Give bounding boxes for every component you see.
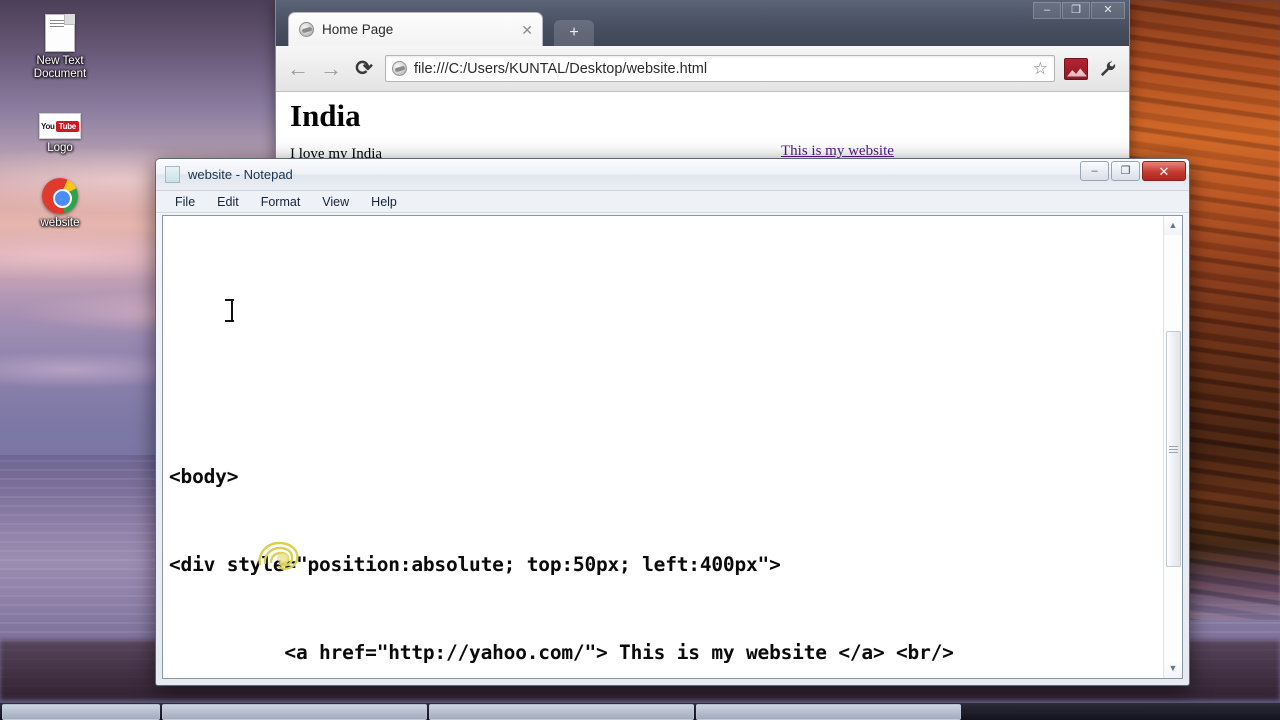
browser-tab-title: Home Page [322, 22, 394, 37]
text-file-icon [12, 8, 108, 52]
desktop-icon-label: website [40, 217, 80, 229]
back-icon[interactable]: ← [286, 57, 310, 80]
notepad-title: website - Notepad [188, 167, 293, 182]
taskbar-button[interactable] [696, 703, 961, 720]
bookmark-star-icon[interactable]: ☆ [1033, 60, 1048, 77]
taskbar-button[interactable] [162, 703, 427, 720]
address-bar[interactable]: file:///C:/Users/KUNTAL/Desktop/website.… [385, 55, 1055, 82]
desktop-icon-label: New Text Document [33, 55, 87, 80]
notepad-maximize-button[interactable]: ❐ [1111, 161, 1140, 181]
browser-minimize-button[interactable]: – [1033, 2, 1061, 19]
menu-item-view[interactable]: View [313, 193, 358, 211]
notepad-title-bar[interactable]: website - Notepad – ❐ ✕ [156, 159, 1189, 191]
code-line: <div style="position:absolute; top:50px;… [169, 553, 781, 577]
taskbar[interactable] [0, 702, 1280, 720]
menu-item-edit[interactable]: Edit [208, 193, 248, 211]
notepad-document-icon [165, 166, 180, 183]
browser-toolbar: ← → ⟳ file:///C:/Users/KUNTAL/Desktop/we… [276, 46, 1129, 92]
notepad-client-area: <body> <div style="position:absolute; to… [162, 215, 1183, 679]
browser-window[interactable]: – ❐ ✕ Home Page ✕ + ← → ⟳ file:///C:/Use… [275, 0, 1130, 180]
page-favicon-icon [392, 61, 407, 76]
desktop-icon-logo[interactable]: You Tube Logo [12, 95, 108, 155]
wrench-icon[interactable] [1097, 60, 1119, 78]
notepad-text-area[interactable]: <body> <div style="position:absolute; to… [163, 216, 1163, 678]
new-tab-button[interactable]: + [554, 20, 594, 46]
scrollbar-thumb[interactable] [1166, 331, 1181, 567]
taskbar-button[interactable] [2, 703, 160, 720]
forward-icon[interactable]: → [319, 57, 343, 80]
image-extension-icon[interactable] [1064, 57, 1088, 80]
browser-tab-strip: – ❐ ✕ Home Page ✕ + [276, 0, 1129, 46]
reload-icon[interactable]: ⟳ [352, 58, 376, 79]
notepad-window-controls: – ❐ ✕ [1080, 161, 1186, 181]
browser-window-controls: – ❐ ✕ [1033, 2, 1125, 19]
desktop-icon-label: Logo [47, 142, 73, 154]
notepad-menu-bar: File Edit Format View Help [156, 191, 1189, 213]
menu-item-file[interactable]: File [166, 193, 204, 211]
browser-maximize-button[interactable]: ❐ [1062, 2, 1090, 19]
browser-tab-home-page[interactable]: Home Page ✕ [288, 12, 543, 46]
youtube-logo-icon: You Tube [12, 95, 108, 139]
scroll-up-arrow-icon[interactable]: ▲ [1164, 216, 1182, 235]
globe-icon [299, 22, 314, 37]
taskbar-button[interactable] [429, 703, 694, 720]
page-heading: India [290, 98, 361, 133]
desktop-icon-new-text-document[interactable]: New Text Document [12, 8, 108, 81]
menu-item-help[interactable]: Help [362, 193, 406, 211]
notepad-minimize-button[interactable]: – [1080, 161, 1109, 181]
close-icon[interactable]: ✕ [518, 23, 536, 37]
notepad-vertical-scrollbar[interactable]: ▲ ▼ [1163, 216, 1182, 678]
code-line: <a href="http://yahoo.com/"> This is my … [169, 641, 954, 665]
scroll-down-arrow-icon[interactable]: ▼ [1164, 659, 1182, 678]
code-line: <body> [169, 465, 239, 489]
address-bar-url[interactable]: file:///C:/Users/KUNTAL/Desktop/website.… [414, 61, 1026, 77]
browser-close-button[interactable]: ✕ [1091, 2, 1125, 19]
desktop-icon-website[interactable]: website [12, 170, 108, 230]
chrome-icon [12, 170, 108, 214]
notepad-close-button[interactable]: ✕ [1142, 161, 1186, 181]
menu-item-format[interactable]: Format [252, 193, 310, 211]
notepad-window[interactable]: website - Notepad – ❐ ✕ File Edit Format… [155, 158, 1190, 686]
